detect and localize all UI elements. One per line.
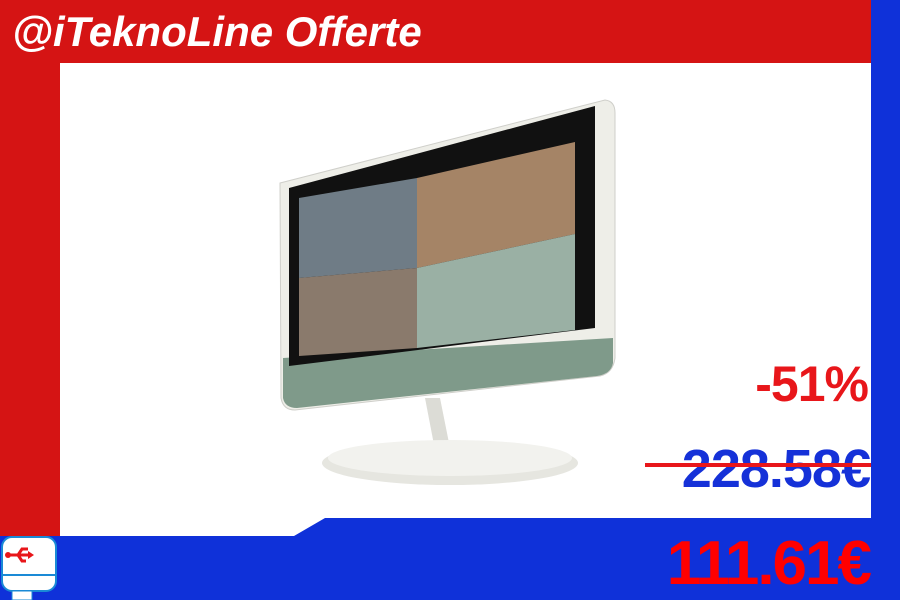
- brand-label: poly: [565, 388, 582, 398]
- discount-badge: -51%: [755, 356, 869, 412]
- new-price: 111.61€: [666, 529, 872, 598]
- usb-monitor-icon: [1, 536, 57, 600]
- page-title: @iTeknoLine Offerte: [12, 8, 422, 55]
- left-red-strip: [0, 63, 60, 536]
- product-image-monitor: poly: [279, 99, 616, 485]
- old-price: 228.58€: [681, 439, 871, 499]
- old-price-strikethrough: [645, 463, 871, 467]
- right-blue-strip: [871, 0, 900, 600]
